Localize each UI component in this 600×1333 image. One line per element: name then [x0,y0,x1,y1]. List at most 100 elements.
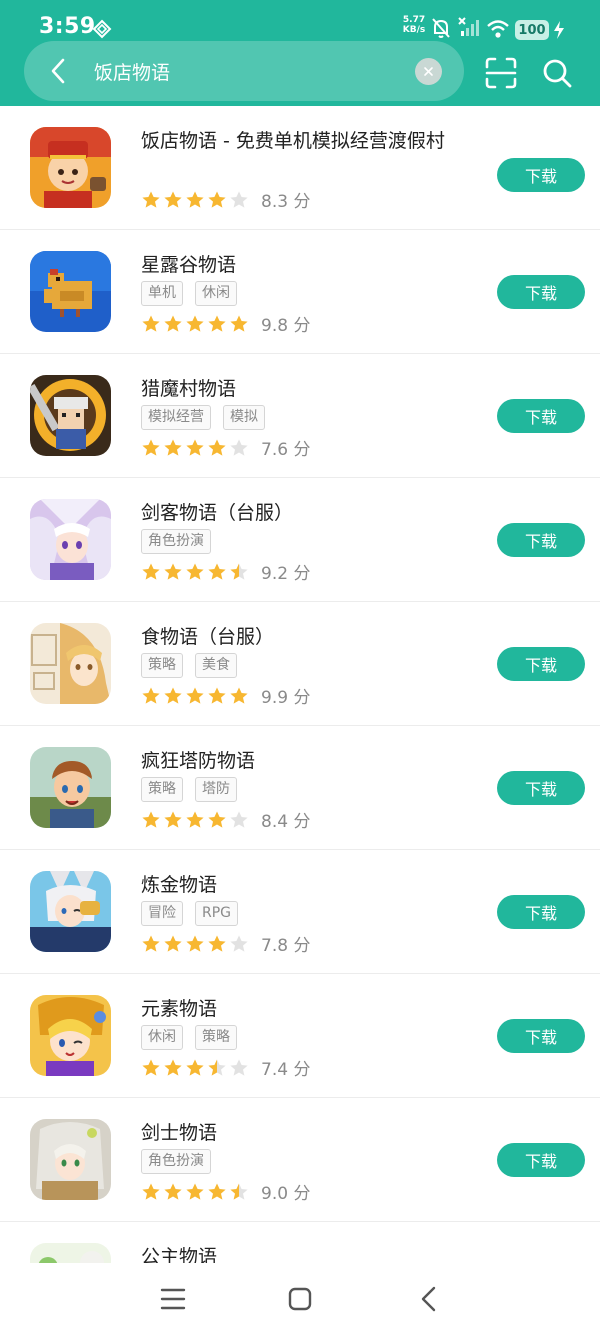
app-tags: 休闲 策略 [141,1025,237,1050]
app-name[interactable]: 剑士物语 [141,1118,217,1145]
star-full-icon [164,191,182,208]
list-item[interactable]: 疯狂塔防物语 策略 塔防 8.4 分 下载 [0,726,600,850]
chevron-left-icon [51,58,65,84]
app-icon-food-fantasy-tw [30,623,111,704]
app-rating: 9.2 分 [141,559,310,584]
app-tag: 策略 [141,653,183,678]
star-full-icon [164,1183,182,1200]
app-tags: 角色扮演 [141,1149,211,1174]
app-tag: 休闲 [141,1025,183,1050]
clear-search-button[interactable] [415,58,442,85]
app-score: 7.6 分 [261,440,311,460]
star-full-icon [208,1183,226,1200]
app-name[interactable]: 公主物语 [141,1242,217,1263]
app-icon-swordsman-story [30,1119,111,1200]
signal-icon [458,17,479,36]
app-rating: 7.4 分 [141,1055,310,1080]
star-rating [141,686,249,706]
download-button[interactable]: 下载 [497,1019,585,1053]
search-icon[interactable] [540,56,574,90]
app-name[interactable]: 元素物语 [141,994,217,1021]
star-full-icon [164,935,182,952]
scan-icon[interactable] [484,56,518,90]
app-name[interactable]: 剑客物语（台服） [141,498,293,525]
app-rating: 8.3 分 [141,187,310,212]
menu-icon[interactable] [158,1285,188,1313]
star-full-icon [186,563,204,580]
star-full-icon [142,1059,160,1076]
app-score: 9.0 分 [261,1184,311,1204]
back-nav-icon[interactable] [414,1285,444,1313]
app-icon-swordsman-story-tw [30,499,111,580]
app-tag: RPG [195,901,239,926]
download-button[interactable]: 下载 [497,647,585,681]
app-icon-crazy-tower-defense [30,747,111,828]
app-score: 7.4 分 [261,1060,311,1080]
app-notification-icon [92,19,112,39]
download-button[interactable]: 下载 [497,158,585,192]
list-item[interactable]: 饭店物语 - 免费单机模拟经营渡假村 8.3 分 下载 [0,106,600,230]
star-full-icon [142,811,160,828]
star-full-icon [186,1183,204,1200]
app-rating: 9.9 分 [141,683,310,708]
star-rating [141,1058,249,1078]
star-full-icon [164,563,182,580]
app-tags: 策略 美食 [141,653,237,678]
list-item[interactable]: 星露谷物语 单机 休闲 9.8 分 下载 [0,230,600,354]
app-tag: 单机 [141,281,183,306]
app-tag: 休闲 [195,281,237,306]
download-button[interactable]: 下载 [497,895,585,929]
star-full-icon [186,315,204,332]
star-full-icon [142,687,160,704]
star-empty-icon [230,935,248,952]
star-half-icon [208,1059,226,1076]
star-full-icon [186,687,204,704]
star-rating [141,810,249,830]
search-input[interactable] [94,54,394,88]
download-button[interactable]: 下载 [497,399,585,433]
app-tags: 策略 塔防 [141,777,237,802]
list-item[interactable]: 炼金物语 冒险 RPG 7.8 分 下载 [0,850,600,974]
app-name[interactable]: 饭店物语 - 免费单机模拟经营渡假村 [141,126,445,153]
star-half-icon [230,563,248,580]
star-full-icon [164,1059,182,1076]
list-item[interactable]: 剑客物语（台服） 角色扮演 9.2 分 下载 [0,478,600,602]
download-button[interactable]: 下载 [497,275,585,309]
star-full-icon [142,439,160,456]
system-nav-bar [0,1263,600,1333]
app-name[interactable]: 疯狂塔防物语 [141,746,255,773]
app-score: 9.8 分 [261,316,311,336]
app-score: 9.2 分 [261,564,311,584]
app-name[interactable]: 食物语（台服） [141,622,274,649]
app-name[interactable]: 猎魔村物语 [141,374,236,401]
list-item[interactable]: 元素物语 休闲 策略 7.4 分 下载 [0,974,600,1098]
list-item[interactable]: 猎魔村物语 模拟经营 模拟 7.6 分 下载 [0,354,600,478]
star-rating [141,438,249,458]
list-item[interactable]: 食物语（台服） 策略 美食 9.9 分 下载 [0,602,600,726]
home-icon[interactable] [285,1285,315,1313]
download-button[interactable]: 下载 [497,771,585,805]
list-item[interactable]: 剑士物语 角色扮演 9.0 分 下载 [0,1098,600,1222]
mute-bell-icon [432,18,450,38]
star-full-icon [164,315,182,332]
app-tag: 策略 [195,1025,237,1050]
download-button[interactable]: 下载 [497,1143,585,1177]
star-full-icon [186,1059,204,1076]
star-full-icon [164,811,182,828]
app-rating: 9.0 分 [141,1179,310,1204]
star-full-icon [230,315,248,332]
battery-indicator: 100 [515,20,549,40]
star-full-icon [186,935,204,952]
star-rating [141,314,249,334]
back-button[interactable] [38,51,78,91]
star-full-icon [208,315,226,332]
app-name[interactable]: 星露谷物语 [141,250,236,277]
app-name[interactable]: 炼金物语 [141,870,217,897]
charging-bolt-icon [554,21,564,39]
search-results-list[interactable]: 饭店物语 - 免费单机模拟经营渡假村 8.3 分 下载 星露谷物语 单机 休闲 … [0,106,600,1263]
app-tag: 模拟 [223,405,265,430]
app-rating: 7.8 分 [141,931,310,956]
download-button[interactable]: 下载 [497,523,585,557]
star-rating [141,934,249,954]
list-item[interactable]: 公主物语 [0,1222,600,1263]
